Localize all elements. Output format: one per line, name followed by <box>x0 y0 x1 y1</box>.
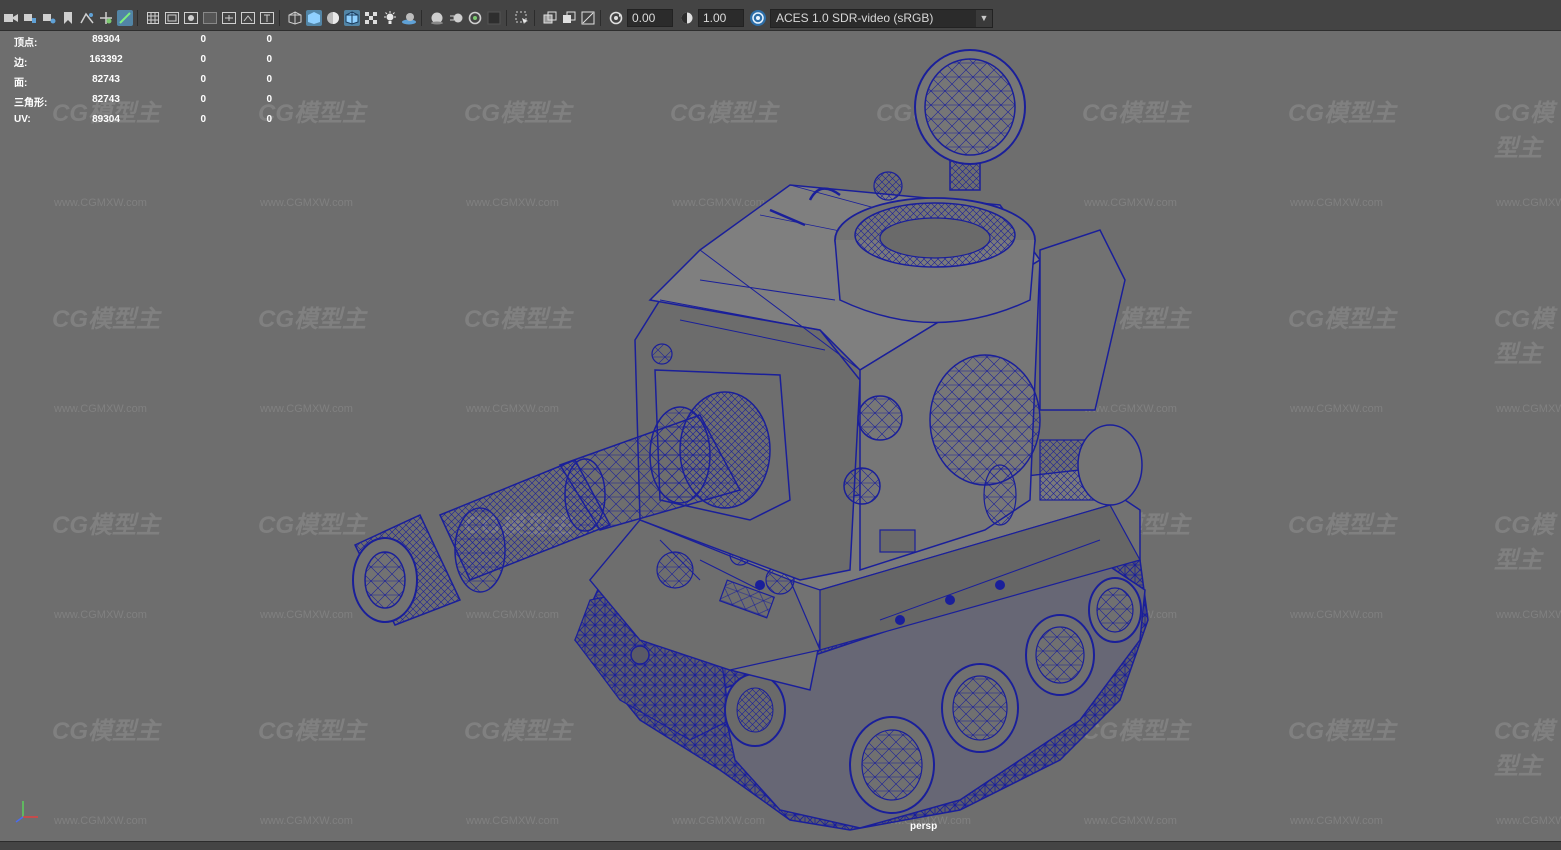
wheel-3 <box>1025 614 1095 696</box>
hud-v2: 0 <box>200 94 206 105</box>
hud-v2: 0 <box>200 54 206 65</box>
toolbar-separator <box>137 10 138 26</box>
wireframe-icon[interactable] <box>287 10 303 26</box>
hud-label: 边: <box>14 58 28 69</box>
image-plane-icon[interactable] <box>79 10 95 26</box>
hud-v3: 0 <box>266 94 272 105</box>
camera-attributes-icon[interactable] <box>41 10 57 26</box>
toolbar-separator <box>534 10 535 26</box>
hud-row: UV: 89304 0 0 <box>14 114 272 134</box>
backface-culling-icon[interactable] <box>580 10 596 26</box>
resolution-gate-icon[interactable] <box>183 10 199 26</box>
turret-hatch-lid <box>914 49 1026 191</box>
two-d-pan-icon[interactable] <box>98 10 114 26</box>
bookmark-icon[interactable] <box>60 10 76 26</box>
chevron-down-icon[interactable]: ▼ <box>976 9 992 27</box>
smooth-shade-icon[interactable] <box>306 10 322 26</box>
toolbar-separator <box>506 10 507 26</box>
lock-camera-icon[interactable] <box>22 10 38 26</box>
lights-icon[interactable] <box>382 10 398 26</box>
safe-title-icon[interactable] <box>259 10 275 26</box>
camera-name-label: persp <box>910 821 938 832</box>
hud-row: 三角形: 82743 0 0 <box>14 94 272 114</box>
exposure-field[interactable]: 0.00 <box>627 9 673 27</box>
hud-v1: 163392 <box>89 54 123 65</box>
hud-row: 边: 163392 0 0 <box>14 54 272 74</box>
gamma-field[interactable]: 1.00 <box>698 9 744 27</box>
wireframe-on-shaded-icon[interactable] <box>344 10 360 26</box>
front-idler-wheel <box>724 673 786 747</box>
hud-v1: 89304 <box>92 114 120 125</box>
colorspace-dropdown[interactable]: ACES 1.0 SDR-video (sRGB) ▼ <box>770 8 993 28</box>
toolbar-separator <box>421 10 422 26</box>
hud-v1: 89304 <box>92 34 120 45</box>
exposure-icon[interactable] <box>608 10 624 26</box>
hud-label: 面: <box>14 78 28 89</box>
hud-row: 面: 82743 0 0 <box>14 74 272 94</box>
toolbar-separator <box>600 10 601 26</box>
screen-space-ao-icon[interactable] <box>429 10 445 26</box>
hud-v2: 0 <box>200 74 206 85</box>
colorspace-label: ACES 1.0 SDR-video (sRGB) <box>776 10 934 25</box>
hud-v1: 82743 <box>92 74 120 85</box>
hud-label: UV: <box>14 114 31 125</box>
xray-icon[interactable] <box>542 10 558 26</box>
hud-v3: 0 <box>266 114 272 125</box>
hud-v2: 0 <box>200 114 206 125</box>
hud-v3: 0 <box>266 34 272 45</box>
anti-aliasing-icon[interactable] <box>467 10 483 26</box>
view-axis-indicator <box>8 793 48 833</box>
hud-row: 顶点: 89304 0 0 <box>14 34 272 54</box>
poly-count-hud: 顶点: 89304 0 0 边: 163392 0 0 面: 82743 0 0 三角形: 82743 0 0… <box>14 34 272 134</box>
hud-v2: 0 <box>200 34 206 45</box>
panel-toolbar: 0.00 1.00 ACES 1.0 SDR-video (sRGB) ▼ <box>0 6 1561 31</box>
grid-icon[interactable] <box>145 10 161 26</box>
colorspace-icon[interactable] <box>750 10 766 26</box>
textured-icon[interactable] <box>363 10 379 26</box>
default-material-icon[interactable] <box>325 10 341 26</box>
wheel-4 <box>1088 577 1142 643</box>
wheel-2 <box>941 663 1019 753</box>
isolate-icon[interactable] <box>514 10 530 26</box>
hud-label: 三角形: <box>14 98 48 109</box>
depth-of-field-icon[interactable] <box>486 10 502 26</box>
camera-icon[interactable] <box>3 10 19 26</box>
film-gate-icon[interactable] <box>164 10 180 26</box>
hud-v3: 0 <box>266 54 272 65</box>
gamma-icon[interactable] <box>679 10 695 26</box>
xray-joints-icon[interactable] <box>561 10 577 26</box>
grease-pencil-icon[interactable] <box>117 10 133 26</box>
field-chart-icon[interactable] <box>221 10 237 26</box>
hud-v1: 82743 <box>92 94 120 105</box>
toolbar-separator <box>279 10 280 26</box>
safe-action-icon[interactable] <box>240 10 256 26</box>
hud-v3: 0 <box>266 74 272 85</box>
gate-mask-icon[interactable] <box>202 10 218 26</box>
tank-model-wireframe[interactable] <box>0 31 1561 841</box>
viewport-persp[interactable]: CG模型主 www.CGMXW.com CG模型主 www.CGMXW.com CG模型… <box>0 31 1561 841</box>
hud-label: 顶点: <box>14 38 38 49</box>
motion-blur-icon[interactable] <box>448 10 464 26</box>
wheel-1 <box>849 716 935 814</box>
turret-hatch-ring <box>834 197 1036 324</box>
shadows-icon[interactable] <box>401 10 417 26</box>
